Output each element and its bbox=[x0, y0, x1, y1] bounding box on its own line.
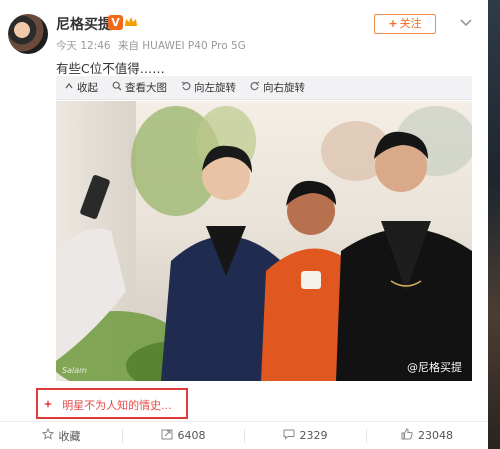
zoom-icon bbox=[112, 81, 122, 94]
crown-icon bbox=[124, 15, 138, 29]
weibo-post-card: 尼格买提 V 今天 12:46 来自 HUAWEI P40 Pro 5G 有些C… bbox=[0, 0, 488, 449]
collect-button[interactable]: 收藏 bbox=[0, 422, 122, 449]
photo-signature: Salam bbox=[62, 366, 87, 375]
post-meta: 今天 12:46 来自 HUAWEI P40 Pro 5G bbox=[56, 38, 246, 53]
username[interactable]: 尼格买提 bbox=[56, 14, 112, 34]
rotate-right-button[interactable]: 向右旋转 bbox=[250, 80, 305, 95]
collapse-icon bbox=[64, 81, 74, 94]
comment-count: 2329 bbox=[299, 429, 328, 442]
collect-label: 收藏 bbox=[58, 429, 81, 443]
comment-icon bbox=[283, 428, 295, 443]
collapse-label: 收起 bbox=[77, 82, 98, 94]
like-count: 23048 bbox=[418, 429, 453, 442]
background-page-edge bbox=[488, 0, 500, 449]
rotate-left-button[interactable]: 向左旋转 bbox=[181, 80, 236, 95]
post-text: 有些C位不值得…… bbox=[56, 61, 165, 76]
collapse-button[interactable]: 收起 bbox=[64, 80, 98, 95]
view-large-button[interactable]: 查看大图 bbox=[112, 80, 167, 95]
image-toolbar: 收起 查看大图 向左旋转 向右旋转 bbox=[56, 76, 472, 100]
like-button[interactable]: 23048 bbox=[366, 422, 488, 449]
follow-button[interactable]: + 关注 bbox=[374, 14, 436, 34]
repost-icon bbox=[161, 428, 173, 443]
topic-link[interactable]: 明星不为人知的情史... bbox=[43, 397, 172, 413]
post-photo[interactable]: Salam @尼格买提 bbox=[56, 101, 472, 381]
avatar[interactable] bbox=[8, 14, 48, 54]
post-actions: 收藏 6408 2329 23048 bbox=[0, 422, 488, 449]
sparkle-icon bbox=[43, 399, 56, 412]
photo-scene bbox=[56, 106, 472, 381]
photo-watermark: @尼格买提 bbox=[407, 361, 462, 374]
rotate-left-icon bbox=[181, 81, 191, 94]
repost-count: 6408 bbox=[177, 429, 206, 442]
chevron-down-icon[interactable] bbox=[459, 13, 473, 27]
thumbs-up-icon bbox=[401, 428, 413, 443]
comment-button[interactable]: 2329 bbox=[244, 422, 366, 449]
rotate-left-label: 向左旋转 bbox=[194, 82, 236, 94]
topic-label: 明星不为人知的情史... bbox=[62, 399, 172, 412]
post-time[interactable]: 今天 12:46 bbox=[56, 40, 111, 52]
follow-label: 关注 bbox=[399, 17, 422, 30]
plus-icon: + bbox=[388, 17, 398, 30]
repost-button[interactable]: 6408 bbox=[122, 422, 244, 449]
view-large-label: 查看大图 bbox=[125, 82, 167, 94]
post-source: 来自 HUAWEI P40 Pro 5G bbox=[117, 40, 246, 52]
rotate-right-icon bbox=[250, 81, 260, 94]
rotate-right-label: 向右旋转 bbox=[263, 82, 305, 94]
verified-badge-icon: V bbox=[108, 15, 123, 30]
star-icon bbox=[41, 427, 54, 443]
